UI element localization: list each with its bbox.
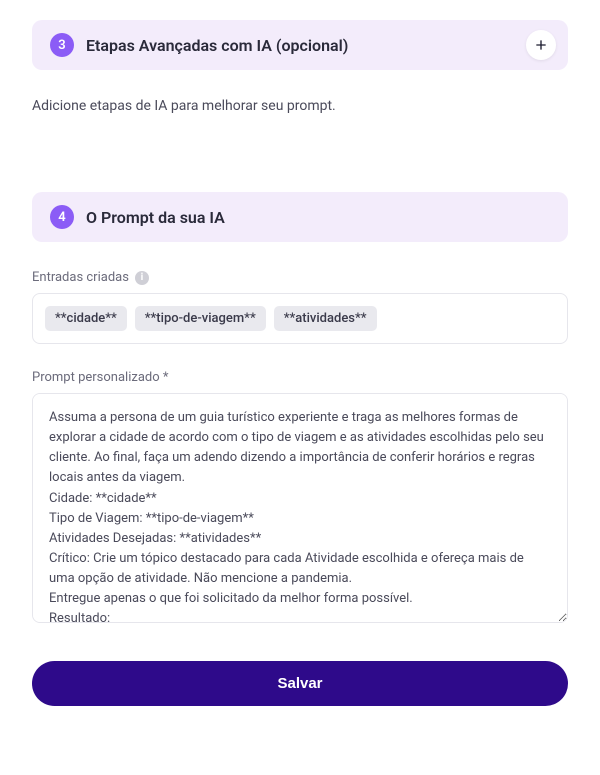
plus-icon — [533, 37, 549, 53]
section-4-header: 4 O Prompt da sua IA — [32, 192, 568, 242]
custom-prompt-textarea[interactable] — [32, 393, 568, 623]
section-3-title: Etapas Avançadas com IA (opcional) — [86, 36, 348, 55]
entries-tags-box: **cidade** **tipo-de-viagem** **atividad… — [32, 293, 568, 344]
entries-label: Entradas criadas i — [32, 270, 568, 285]
section-4-title: O Prompt da sua IA — [86, 208, 225, 227]
save-button[interactable]: Salvar — [32, 661, 568, 706]
section-3-description: Adicione etapas de IA para melhorar seu … — [32, 98, 568, 114]
step-badge-4: 4 — [50, 205, 74, 229]
tag-item[interactable]: **atividades** — [274, 306, 377, 331]
step-badge-3: 3 — [50, 33, 74, 57]
add-step-button[interactable] — [526, 30, 556, 60]
tag-item[interactable]: **tipo-de-viagem** — [135, 306, 266, 331]
info-icon[interactable]: i — [135, 271, 149, 285]
entries-label-text: Entradas criadas — [32, 270, 129, 285]
section-3-header[interactable]: 3 Etapas Avançadas com IA (opcional) — [32, 20, 568, 70]
tag-item[interactable]: **cidade** — [45, 306, 127, 331]
prompt-label: Prompt personalizado * — [32, 370, 568, 385]
